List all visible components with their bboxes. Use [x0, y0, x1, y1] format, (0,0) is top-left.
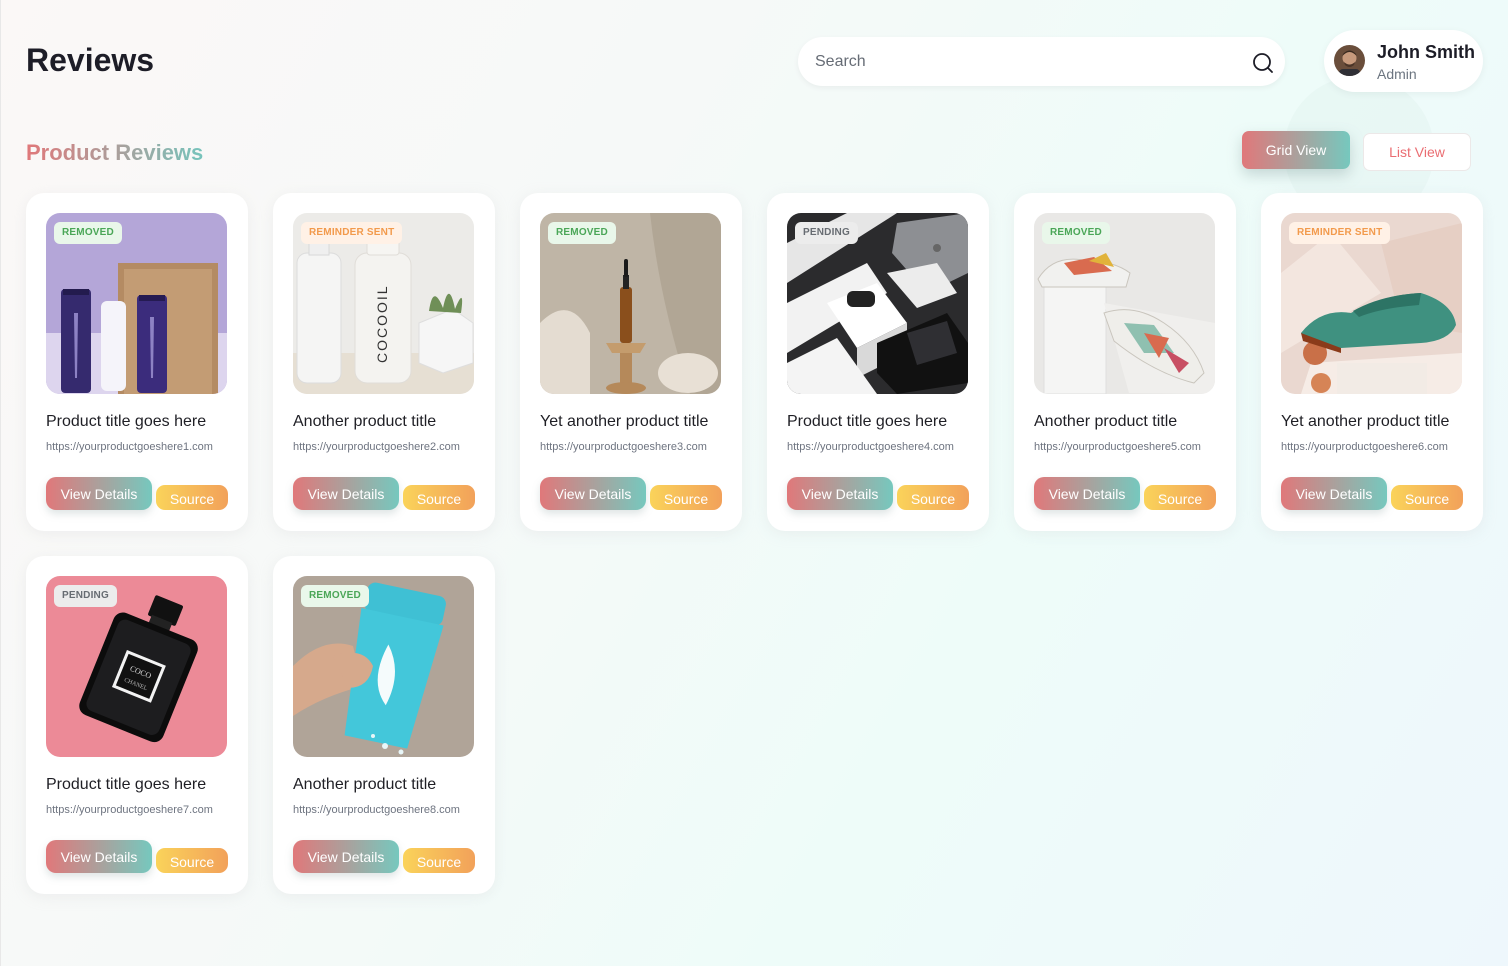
- product-image[interactable]: PENDING: [787, 213, 968, 394]
- list-view-button[interactable]: List View: [1363, 133, 1471, 171]
- view-details-button[interactable]: View Details: [46, 477, 152, 510]
- search-input[interactable]: [815, 37, 1235, 86]
- product-title: Another product title: [293, 776, 437, 793]
- product-title: Yet another product title: [540, 413, 709, 430]
- source-button[interactable]: Source: [156, 485, 228, 510]
- product-image[interactable]: REMOVED: [293, 576, 474, 757]
- svg-text:COCOOIL: COCOOIL: [374, 284, 390, 363]
- status-badge: PENDING: [795, 222, 858, 244]
- view-details-button[interactable]: View Details: [46, 840, 152, 873]
- view-details-button[interactable]: View Details: [1281, 477, 1387, 510]
- product-title: Product title goes here: [787, 413, 948, 430]
- status-badge: REMINDER SENT: [301, 222, 403, 244]
- product-url[interactable]: https://yourproductgoeshere5.com: [1034, 441, 1229, 453]
- source-button[interactable]: Source: [1144, 485, 1216, 510]
- user-name: John Smith: [1377, 42, 1475, 62]
- product-url[interactable]: https://yourproductgoeshere1.com: [46, 441, 241, 453]
- product-url[interactable]: https://yourproductgoeshere2.com: [293, 441, 488, 453]
- product-image[interactable]: REMOVED: [540, 213, 721, 394]
- grid-view-button[interactable]: Grid View: [1242, 131, 1350, 169]
- view-details-button[interactable]: View Details: [293, 840, 399, 873]
- status-badge: REMOVED: [548, 222, 616, 244]
- product-url[interactable]: https://yourproductgoeshere7.com: [46, 804, 241, 816]
- status-badge: REMOVED: [301, 585, 369, 607]
- product-card: REMINDER SENT Yet another product title …: [1261, 193, 1483, 531]
- product-image[interactable]: COCOOIL REMINDER SENT: [293, 213, 474, 394]
- product-image[interactable]: REMOVED: [46, 213, 227, 394]
- view-details-button[interactable]: View Details: [1034, 477, 1140, 510]
- product-image[interactable]: REMOVED: [1034, 213, 1215, 394]
- source-button[interactable]: Source: [156, 848, 228, 873]
- product-card: COCO CHANEL PENDING Product title goes h…: [26, 556, 248, 894]
- product-title: Another product title: [293, 413, 437, 430]
- product-url[interactable]: https://yourproductgoeshere6.com: [1281, 441, 1476, 453]
- search-bar: [798, 37, 1285, 86]
- section-title: Product Reviews: [26, 140, 204, 165]
- product-title: Product title goes here: [46, 413, 207, 430]
- product-url[interactable]: https://yourproductgoeshere8.com: [293, 804, 488, 816]
- status-badge: REMINDER SENT: [1289, 222, 1391, 244]
- status-badge: REMOVED: [1042, 222, 1110, 244]
- product-card: REMOVED Another product title https://yo…: [273, 556, 495, 894]
- page-title: Reviews: [26, 42, 155, 78]
- user-profile[interactable]: John Smith Admin: [1324, 30, 1483, 92]
- product-card: REMOVED Product title goes here https://…: [26, 193, 248, 531]
- product-title: Another product title: [1034, 413, 1178, 430]
- product-image[interactable]: REMINDER SENT: [1281, 213, 1462, 394]
- source-button[interactable]: Source: [897, 485, 969, 510]
- avatar[interactable]: [1334, 45, 1365, 76]
- product-image[interactable]: COCO CHANEL PENDING: [46, 576, 227, 757]
- source-button[interactable]: Source: [403, 485, 475, 510]
- view-details-button[interactable]: View Details: [293, 477, 399, 510]
- product-title: Yet another product title: [1281, 413, 1450, 430]
- status-badge: REMOVED: [54, 222, 122, 244]
- source-button[interactable]: Source: [650, 485, 722, 510]
- source-button[interactable]: Source: [1391, 485, 1463, 510]
- product-title: Product title goes here: [46, 776, 207, 793]
- status-badge: PENDING: [54, 585, 117, 607]
- source-button[interactable]: Source: [403, 848, 475, 873]
- view-details-button[interactable]: View Details: [787, 477, 893, 510]
- search-icon[interactable]: [1252, 52, 1274, 74]
- product-card: REMOVED Another product title https://yo…: [1014, 193, 1236, 531]
- view-details-button[interactable]: View Details: [540, 477, 646, 510]
- product-card: COCOOIL REMINDER SENT Another product ti…: [273, 193, 495, 531]
- product-card: REMOVED Yet another product title https:…: [520, 193, 742, 531]
- product-url[interactable]: https://yourproductgoeshere3.com: [540, 441, 735, 453]
- user-role: Admin: [1377, 66, 1417, 82]
- product-card: PENDING Product title goes here https://…: [767, 193, 989, 531]
- product-url[interactable]: https://yourproductgoeshere4.com: [787, 441, 982, 453]
